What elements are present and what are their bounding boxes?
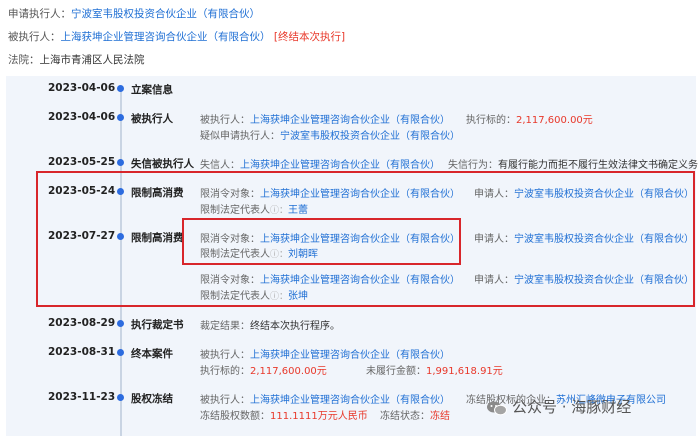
- event-date: 2023-04-06: [48, 111, 116, 123]
- company-link[interactable]: 上海获坤企业管理咨询合伙企业（有限合伙）: [250, 350, 450, 361]
- wechat-icon: [487, 401, 507, 415]
- event-line: 失信行为：有履行能力而拒不履行生效法律文书确定义务: [448, 160, 698, 171]
- event-date: 2023-04-06: [48, 82, 116, 94]
- event-line: 冻结状态：冻结: [380, 411, 450, 422]
- event-category: 立案信息: [131, 84, 173, 96]
- applicant-row: 申请执行人：宁波室韦股权投资合伙企业（有限合伙）: [8, 6, 260, 21]
- timeline-dot-icon: [117, 394, 124, 401]
- event-date: 2023-05-25: [48, 156, 116, 168]
- timeline-dot-icon: [117, 114, 124, 121]
- executee-link[interactable]: 上海获坤企业管理咨询合伙企业（有限合伙）: [61, 31, 271, 43]
- applicant-link[interactable]: 宁波室韦股权投资合伙企业（有限合伙）: [71, 8, 260, 20]
- executee-status-badge: [终结本次执行]: [273, 31, 346, 43]
- event-line: 被执行人：上海获坤企业管理咨询合伙企业（有限合伙）: [200, 115, 450, 126]
- event-category: 被执行人: [131, 113, 173, 125]
- event-line: 疑似申请执行人：宁波室韦股权投资合伙企业（有限合伙）: [200, 131, 460, 142]
- event-line: 裁定结果：终结本次执行程序。: [200, 321, 340, 332]
- event-category: 股权冻结: [131, 393, 173, 405]
- event-line: 被执行人：上海获坤企业管理咨询合伙企业（有限合伙）: [200, 350, 450, 361]
- event-line: 失信人：上海获坤企业管理咨询合伙企业（有限合伙）: [200, 160, 440, 171]
- event-line: 被执行人：上海获坤企业管理咨询合伙企业（有限合伙）: [200, 395, 450, 406]
- event-date: 2023-08-31: [48, 346, 116, 358]
- court-row: 法院：上海市青浦区人民法院: [8, 52, 145, 67]
- timeline-dot-icon: [117, 349, 124, 356]
- event-line: 执行标的：2,117,600.00元: [466, 115, 593, 126]
- company-link[interactable]: 上海获坤企业管理咨询合伙企业（有限合伙）: [250, 115, 450, 126]
- timeline-dot-icon: [117, 159, 124, 166]
- executee-label: 被执行人：: [8, 31, 61, 43]
- event-category: 执行裁定书: [131, 319, 184, 331]
- company-link[interactable]: 上海获坤企业管理咨询合伙企业（有限合伙）: [250, 395, 450, 406]
- company-link[interactable]: 宁波室韦股权投资合伙企业（有限合伙）: [280, 131, 460, 142]
- court-value: 上海市青浦区人民法院: [39, 54, 145, 66]
- company-link[interactable]: 上海获坤企业管理咨询合伙企业（有限合伙）: [240, 160, 440, 171]
- court-label: 法院：: [8, 54, 40, 66]
- event-line: 冻结股权数额：111.1111万元人民币: [200, 411, 368, 422]
- timeline-dot-icon: [117, 320, 124, 327]
- highlight-box-inner: [182, 218, 461, 265]
- event-line: 未履行金额：1,991,618.91元: [366, 366, 503, 377]
- watermark-text: 公众号 · 海豚财经: [512, 398, 632, 416]
- event-date: 2023-08-29: [48, 317, 116, 329]
- watermark: 公众号 · 海豚财经: [486, 396, 631, 417]
- event-category: 终本案件: [131, 348, 173, 360]
- event-date: 2023-11-23: [48, 391, 116, 403]
- event-category: 失信被执行人: [131, 158, 194, 170]
- applicant-label: 申请执行人：: [8, 8, 71, 20]
- event-line: 执行标的：2,117,600.00元: [200, 366, 327, 377]
- executee-row: 被执行人：上海获坤企业管理咨询合伙企业（有限合伙） [终结本次执行]: [8, 29, 345, 44]
- timeline-dot-icon: [117, 85, 124, 92]
